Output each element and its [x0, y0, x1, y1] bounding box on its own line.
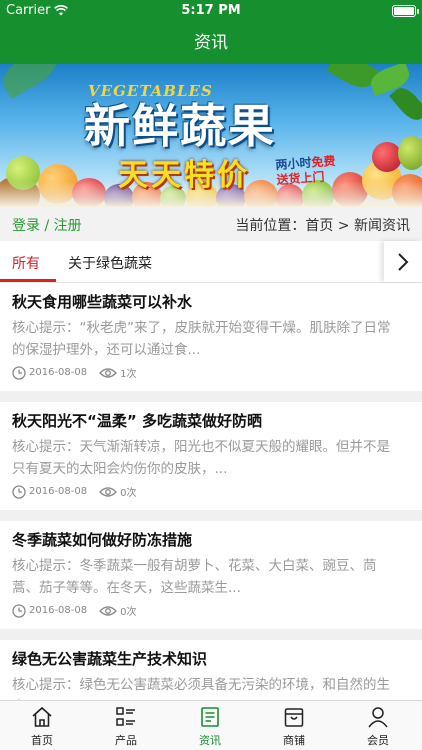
article-title: 秋天阳光不“温柔” 多吃蔬菜做好防晒 [12, 412, 262, 430]
article-summary: 核心提示：天气渐渐转凉，阳光也不似夏天般的耀眼。但并不是只有夏天的太阳会灼伤你的… [12, 439, 390, 477]
battery-icon [392, 5, 419, 17]
tab-bar-home[interactable]: 首页 [0, 701, 84, 750]
tab-bar-label: 会员 [367, 734, 389, 747]
tab-bar-news[interactable]: 资讯 [168, 701, 252, 750]
bottom-tab-bar: 首页 产品 资讯 商铺 会员 [0, 700, 422, 750]
tab-all[interactable]: 所有 [12, 253, 40, 273]
fruit-image [398, 136, 422, 170]
tab-bar-member[interactable]: 会员 [336, 701, 420, 750]
article-summary: 核心提示：绿色无公害蔬菜必须具备无污染的环境，和自然的生态... [12, 677, 390, 700]
tab-bar-shop[interactable]: 商铺 [252, 701, 336, 750]
nav-bar: 资讯 [0, 22, 422, 64]
eye-icon [99, 486, 118, 497]
tab-bar-label: 产品 [115, 734, 137, 747]
article-date: 2016-08-08 [29, 605, 88, 616]
article-title: 秋天食用哪些蔬菜可以补水 [12, 293, 193, 311]
article-card[interactable]: 绿色无公害蔬菜生产技术知识 核心提示：绿色无公害蔬菜必须具备无污染的环境，和自然… [0, 640, 422, 700]
article-card[interactable]: 冬季蔬菜如何做好防冻措施 核心提示：冬季蔬菜一般有胡萝卜、花菜、大白菜、豌豆、茼… [0, 521, 422, 629]
article-meta: 2016-08-08 0次 [12, 603, 149, 618]
banner-tag-delivery: 送货上门 [276, 169, 325, 188]
tab-bar-label: 商铺 [283, 734, 305, 747]
category-tabs: 所有 关于绿色蔬菜 [0, 241, 422, 283]
clock-icon [12, 603, 26, 618]
leaf-decoration [389, 83, 422, 125]
article-summary: 核心提示：冬季蔬菜一般有胡萝卜、花菜、大白菜、豌豆、茼蒿、茄子等等。在冬天，这些… [12, 558, 377, 596]
article-views: 0次 [120, 607, 137, 618]
article-title: 冬季蔬菜如何做好防冻措施 [12, 531, 193, 549]
tabs-scroll-right-button[interactable] [384, 241, 422, 282]
home-icon [32, 706, 52, 727]
tab-bar-label: 首页 [31, 734, 53, 747]
page-title: 资讯 [194, 33, 228, 53]
login-register-link[interactable]: 登录 / 注册 [12, 215, 82, 235]
banner-tag-free: 免费 [310, 153, 336, 170]
shop-icon [284, 708, 304, 727]
article-summary: 核心提示：“秋老虎”来了，皮肤就开始变得干燥。肌肤除了日常的保湿护理外，还可以通… [12, 320, 391, 358]
article-card[interactable]: 秋天阳光不“温柔” 多吃蔬菜做好防晒 核心提示：天气渐渐转凉，阳光也不似夏天般的… [0, 402, 422, 510]
promo-banner[interactable]: VEGETABLES 新鲜蔬果 天天特价 两小时免费 送货上门 [0, 64, 422, 207]
eye-icon [99, 605, 118, 616]
article-views: 0次 [120, 488, 137, 499]
chevron-right-icon [398, 252, 409, 271]
article-title: 绿色无公害蔬菜生产技术知识 [12, 650, 208, 668]
article-meta: 2016-08-08 1次 [12, 365, 149, 380]
clock: 5:17 PM [181, 3, 241, 18]
tab-green-vegetables[interactable]: 关于绿色蔬菜 [68, 253, 152, 273]
news-icon [201, 707, 219, 727]
tab-bar-products[interactable]: 产品 [84, 701, 168, 750]
banner-subtitle: 天天特价 [118, 158, 250, 193]
banner-tag-text: 两小时 [275, 155, 312, 173]
clock-icon [12, 484, 26, 499]
article-card[interactable]: 秋天食用哪些蔬菜可以补水 核心提示：“秋老虎”来了，皮肤就开始变得干燥。肌肤除了… [0, 283, 422, 391]
article-date: 2016-08-08 [29, 486, 88, 497]
breadcrumb: 当前位置：首页 > 新闻资讯 [235, 218, 410, 234]
article-views: 1次 [120, 369, 137, 380]
active-tab-indicator [0, 279, 56, 282]
article-date: 2016-08-08 [29, 367, 88, 378]
tab-bar-label: 资讯 [199, 734, 221, 747]
article-meta: 2016-08-08 0次 [12, 484, 149, 499]
clock-icon [12, 365, 26, 380]
list-icon [116, 707, 135, 726]
banner-delivery-tag: 两小时免费 送货上门 [275, 154, 337, 188]
eye-icon [99, 367, 118, 378]
status-bar: Carrier 5:17 PM [0, 0, 422, 22]
leaf-decoration [0, 64, 64, 99]
user-icon [368, 707, 388, 728]
breadcrumb-bar: 登录 / 注册 当前位置：首页 > 新闻资讯 [0, 207, 422, 241]
banner-title: 新鲜蔬果 [84, 99, 276, 153]
